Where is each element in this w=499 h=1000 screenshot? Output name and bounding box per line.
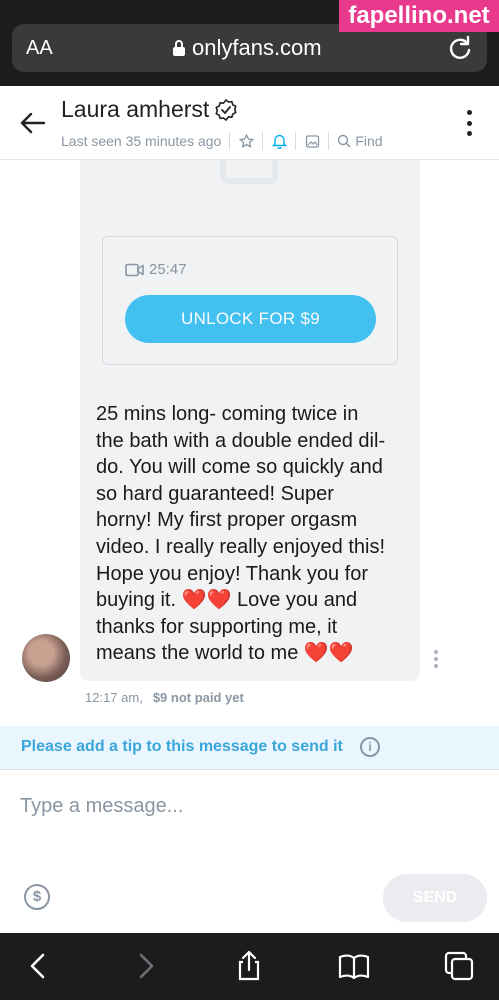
divider [229,132,231,150]
contact-name-text: Laura amherst [61,96,210,122]
divider [295,132,297,150]
watermark-logo: fapellino.net [339,0,499,32]
send-button[interactable]: SEND [383,874,487,922]
divider [328,132,330,150]
find-label: Find [355,133,383,149]
divider [262,132,264,150]
url-text: onlyfans.com [192,35,322,60]
message-text: 25 mins long- coming twice in the bath w… [96,403,386,665]
tabs-icon[interactable] [442,949,476,983]
message-time: 12:17 am, [85,690,143,705]
reload-icon[interactable] [447,35,473,61]
text-size-button[interactable]: AA [26,37,53,60]
last-seen-text: Last seen 35 minutes ago [61,133,222,149]
video-camera-icon [125,263,144,276]
video-duration: 25:47 [125,261,187,278]
forward-icon[interactable] [128,949,162,983]
chat-header: Laura amherst Last seen 35 minutes ago F… [0,86,499,160]
find-button[interactable]: Find [337,133,383,149]
message-composer: $ SEND [0,770,499,933]
search-icon [338,134,351,148]
more-options-icon[interactable] [467,110,473,136]
contact-name[interactable]: Laura amherst [61,96,237,123]
tip-dollar-icon[interactable]: $ [24,884,50,910]
locked-video-card: 25:47 UNLOCK FOR $9 [102,236,398,365]
back-arrow-icon[interactable] [18,108,48,138]
duration-text: 25:47 [149,261,187,278]
info-icon[interactable]: i [360,737,380,757]
lock-graphic-icon [220,160,278,184]
chat-messages[interactable]: 25:47 UNLOCK FOR $9 25 mins long- coming… [0,160,499,726]
tip-notice-text: Please add a tip to this message to send… [21,738,343,755]
payment-status: $9 not paid yet [152,690,244,705]
message-bubble: 25:47 UNLOCK FOR $9 25 mins long- coming… [80,160,420,681]
verified-badge-icon [215,98,237,121]
share-icon[interactable] [232,949,266,983]
url-display[interactable]: onlyfans.com [172,35,322,61]
bell-icon[interactable] [271,133,287,149]
avatar[interactable] [22,634,70,682]
tip-notice-bar: Please add a tip to this message to send… [0,726,499,770]
header-subline: Last seen 35 minutes ago Find [61,132,383,150]
browser-bottom-bar [0,933,499,1000]
bookmarks-icon[interactable] [337,949,371,983]
message-meta: 12:17 am, $9 not paid yet [85,690,244,705]
unlock-button[interactable]: UNLOCK FOR $9 [125,295,376,343]
back-icon[interactable] [22,949,56,983]
lock-icon [173,40,185,56]
browser-top-bar: AA onlyfans.com fapellino.net [0,0,499,86]
star-icon[interactable] [238,133,254,149]
message-options-icon[interactable] [434,650,438,668]
message-input[interactable] [20,788,480,824]
image-icon[interactable] [304,133,320,149]
